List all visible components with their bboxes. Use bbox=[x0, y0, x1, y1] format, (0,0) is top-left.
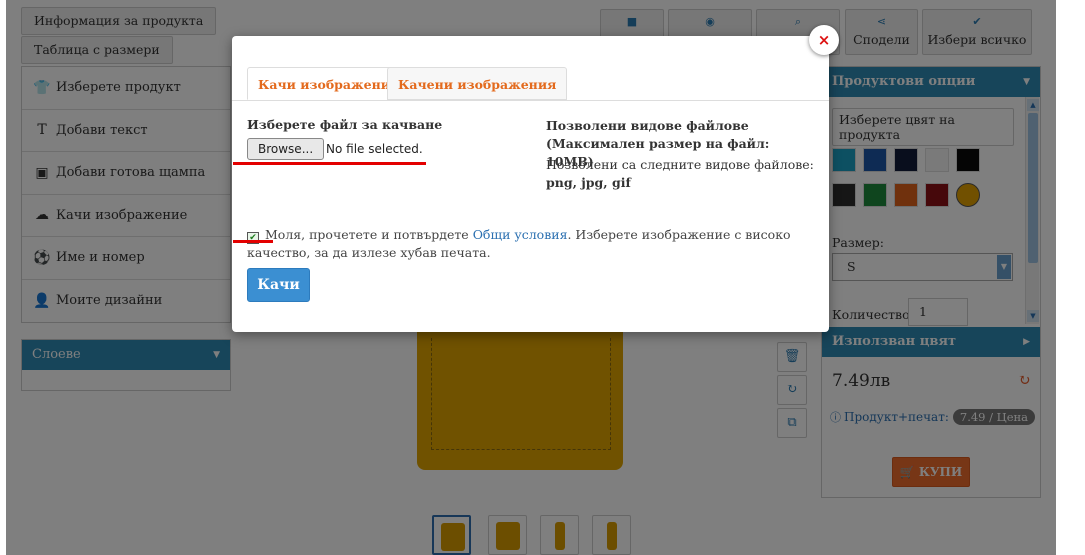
tab-divider bbox=[232, 100, 829, 101]
product-designer-page: Информация за продукта Таблица с размери… bbox=[0, 0, 1085, 555]
tab-uploaded-images[interactable]: Качени изображения bbox=[387, 67, 568, 100]
upload-button[interactable]: Качи bbox=[247, 268, 310, 302]
allowed-types-info: Позволени са следните видове файлове: pn… bbox=[546, 156, 814, 192]
close-icon[interactable]: × bbox=[809, 25, 839, 55]
annotation-underline bbox=[233, 240, 273, 243]
allowed-types-list: png, jpg, gif bbox=[546, 175, 631, 190]
annotation-underline bbox=[233, 162, 426, 165]
terms-link[interactable]: Общи условия bbox=[473, 227, 568, 242]
allowed-types-text: Позволени са следните видове файлове: bbox=[546, 157, 814, 172]
no-file-label: No file selected. bbox=[326, 142, 423, 156]
terms-prefix: Моля, прочетете и потвърдете bbox=[265, 227, 469, 242]
choose-file-title: Изберете файл за качване bbox=[247, 117, 443, 132]
browse-button[interactable]: Browse... bbox=[247, 138, 325, 160]
tab-upload-image[interactable]: Качи изображение bbox=[247, 67, 409, 100]
upload-image-modal: Качи изображение Качени изображения Избе… bbox=[232, 36, 829, 332]
terms-row: ✔ Моля, прочетете и потвърдете Общи услов… bbox=[247, 226, 817, 261]
